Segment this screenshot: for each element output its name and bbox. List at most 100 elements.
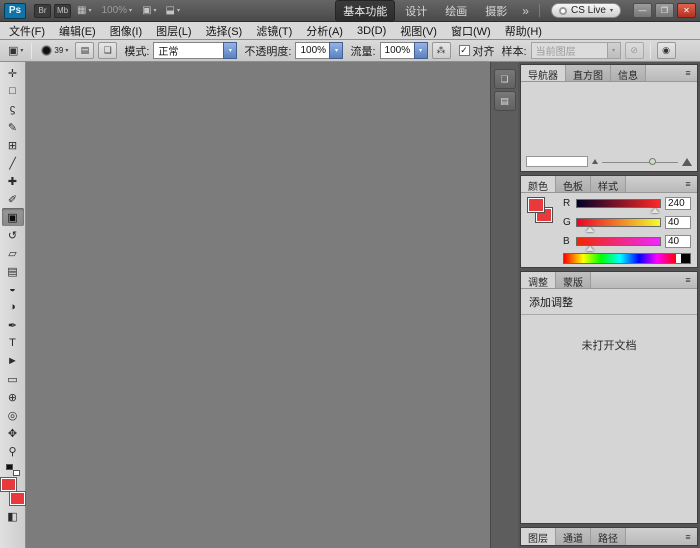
slider-popup-icon[interactable]: ▾ <box>329 42 343 59</box>
slider-thumb[interactable] <box>649 158 656 165</box>
spectrum-gradient[interactable] <box>564 254 676 263</box>
channel-slider[interactable] <box>576 199 661 208</box>
navigator-zoom-slider[interactable] <box>602 157 678 167</box>
zoom-level-button[interactable]: 100% ▾ <box>97 5 136 16</box>
collapsed-panel-button-1[interactable]: ❏ <box>494 69 516 89</box>
mode-select[interactable]: 正常 ▾ <box>153 42 237 59</box>
menu-滤镜(T)[interactable]: 滤镜(T) <box>249 21 299 41</box>
opacity-input[interactable]: 100% ▾ <box>295 42 343 59</box>
crop-tool[interactable]: ⊞ <box>2 136 24 154</box>
3d-orbit-tool[interactable]: ◎ <box>2 406 24 424</box>
background-swatch[interactable] <box>10 492 25 505</box>
aligned-checkbox[interactable]: ✓ 对齐 <box>459 43 495 59</box>
panel-menu-icon[interactable]: ≡ <box>679 272 697 288</box>
tab-样式[interactable]: 样式 <box>591 176 626 192</box>
workspace-基本功能[interactable]: 基本功能 <box>335 0 395 22</box>
type-tool[interactable]: T <box>2 334 24 352</box>
collapsed-panel-button-2[interactable]: ▤ <box>494 91 516 111</box>
restore-button[interactable]: ❐ <box>655 3 674 18</box>
move-tool[interactable]: ✛ <box>2 64 24 82</box>
workspace-overflow-button[interactable]: » <box>518 4 533 18</box>
toggle-brush-panel-button[interactable]: ▤ <box>75 42 94 59</box>
cs-live-button[interactable]: CS Live ▾ <box>551 3 621 18</box>
checkbox-checked-icon[interactable]: ✓ <box>459 45 470 56</box>
rectangular-marquee-tool[interactable]: □ <box>2 82 24 100</box>
close-button[interactable]: ✕ <box>677 3 696 18</box>
panel-menu-icon[interactable]: ≡ <box>679 176 697 192</box>
menu-3D(D)[interactable]: 3D(D) <box>350 23 393 39</box>
hand-tool[interactable]: ✥ <box>2 424 24 442</box>
gradient-tool[interactable]: ▤ <box>2 262 24 280</box>
screen-mode-button[interactable]: ⬓ ▾ <box>163 5 183 16</box>
clone-stamp-tool[interactable]: ▣ <box>2 208 24 226</box>
tab-颜色[interactable]: 颜色 <box>521 176 556 192</box>
panel-menu-icon[interactable]: ≡ <box>679 528 697 545</box>
tab-信息[interactable]: 信息 <box>611 65 646 81</box>
zoom-in-icon[interactable] <box>682 158 692 166</box>
menu-窗口(W)[interactable]: 窗口(W) <box>444 21 498 41</box>
history-brush-tool[interactable]: ↺ <box>2 226 24 244</box>
menu-图像(I)[interactable]: 图像(I) <box>103 21 149 41</box>
sample-select[interactable]: 当前图层 ▾ <box>531 42 621 59</box>
channel-value-input[interactable]: 40 <box>665 216 691 229</box>
slider-thumb[interactable] <box>586 246 594 251</box>
foreground-swatch[interactable] <box>1 478 16 491</box>
view-extras-button[interactable]: ▦ ▾ <box>74 5 94 16</box>
channel-value-input[interactable]: 40 <box>665 235 691 248</box>
tab-色板[interactable]: 色板 <box>556 176 591 192</box>
pen-tool[interactable]: ✒ <box>2 316 24 334</box>
tablet-pressure-button[interactable]: ◉ <box>657 42 676 59</box>
tab-调整[interactable]: 调整 <box>521 272 556 288</box>
rectangle-tool[interactable]: ▭ <box>2 370 24 388</box>
lasso-tool[interactable]: ϛ <box>2 100 24 118</box>
path-selection-tool[interactable]: ► <box>2 352 24 370</box>
channel-value-input[interactable]: 240 <box>665 197 691 210</box>
menu-编辑(E)[interactable]: 编辑(E) <box>52 21 103 41</box>
quick-selection-tool[interactable]: ✎ <box>2 118 24 136</box>
menu-文件(F)[interactable]: 文件(F) <box>2 21 52 41</box>
navigator-zoom-field[interactable] <box>526 156 588 167</box>
slider-thumb[interactable] <box>586 227 594 232</box>
tab-蒙版[interactable]: 蒙版 <box>556 272 591 288</box>
brush-preset-picker[interactable]: 39 ▾ <box>38 45 71 56</box>
minimize-button[interactable]: — <box>633 3 652 18</box>
zoom-tool[interactable]: ⚲ <box>2 442 24 460</box>
menu-选择(S)[interactable]: 选择(S) <box>199 21 250 41</box>
tab-导航器[interactable]: 导航器 <box>521 65 566 81</box>
flow-input[interactable]: 100% ▾ <box>380 42 428 59</box>
workspace-设计[interactable]: 设计 <box>397 0 435 22</box>
channel-slider[interactable] <box>576 237 661 246</box>
menu-分析(A)[interactable]: 分析(A) <box>299 21 350 41</box>
launch-bridge-button[interactable]: Br <box>34 4 51 18</box>
canvas-area[interactable] <box>26 62 490 548</box>
blur-tool[interactable]: ◒ <box>2 280 24 298</box>
color-spectrum-ramp[interactable] <box>563 253 691 264</box>
dodge-tool[interactable]: ◑ <box>2 298 24 316</box>
airbrush-button[interactable]: ⁂ <box>432 42 451 59</box>
launch-mini-bridge-button[interactable]: Mb <box>54 4 71 18</box>
spot-healing-brush-tool[interactable]: ✚ <box>2 172 24 190</box>
channel-slider[interactable] <box>576 218 661 227</box>
workspace-绘画[interactable]: 绘画 <box>437 0 475 22</box>
arrange-documents-button[interactable]: ▣ ▾ <box>139 5 159 16</box>
tool-preset-picker[interactable]: ▣ ▾ <box>6 44 25 57</box>
quick-mask-button[interactable]: ◧ <box>2 507 24 525</box>
eraser-tool[interactable]: ▱ <box>2 244 24 262</box>
tab-路径[interactable]: 路径 <box>591 528 626 545</box>
chevron-down-icon[interactable]: ▾ <box>223 42 237 59</box>
tab-图层[interactable]: 图层 <box>521 528 556 545</box>
brush-tool[interactable]: ✐ <box>2 190 24 208</box>
default-colors-icon[interactable] <box>6 464 20 476</box>
foreground-swatch-panel[interactable] <box>528 198 544 212</box>
menu-帮助(H)[interactable]: 帮助(H) <box>498 21 549 41</box>
zoom-out-icon[interactable] <box>592 159 598 164</box>
slider-popup-icon[interactable]: ▾ <box>414 42 428 59</box>
3d-rotate-tool[interactable]: ⊕ <box>2 388 24 406</box>
eyedropper-tool[interactable]: ╱ <box>2 154 24 172</box>
tab-直方图[interactable]: 直方图 <box>566 65 611 81</box>
menu-图层(L)[interactable]: 图层(L) <box>149 21 198 41</box>
panel-menu-icon[interactable]: ≡ <box>679 65 697 81</box>
slider-thumb[interactable] <box>651 208 659 213</box>
toggle-clone-source-panel-button[interactable]: ❏ <box>98 42 117 59</box>
spectrum-black-swatch[interactable] <box>681 254 690 263</box>
